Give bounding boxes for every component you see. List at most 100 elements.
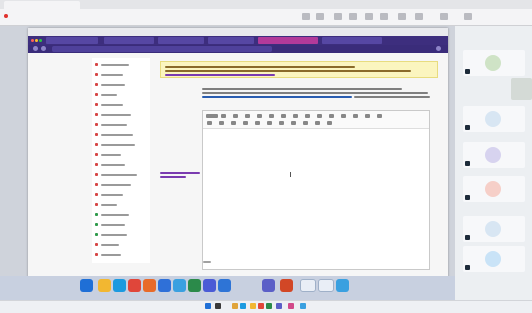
camera-icon[interactable]: [415, 13, 423, 20]
expand-icon[interactable]: [365, 114, 370, 118]
view-icon[interactable]: [334, 13, 342, 20]
powerpoint-icon[interactable]: [280, 279, 293, 292]
course-nav-item[interactable]: [95, 242, 147, 247]
remote-tab[interactable]: [104, 37, 154, 44]
participant-tile[interactable]: [463, 106, 525, 132]
code-icon[interactable]: [291, 121, 296, 125]
ruler-icon[interactable]: [315, 121, 320, 125]
italic-icon[interactable]: [245, 114, 250, 118]
remote-tab[interactable]: [322, 37, 382, 44]
course-nav-item[interactable]: [95, 232, 147, 237]
more-icon[interactable]: [377, 114, 382, 118]
undo-icon[interactable]: [341, 114, 346, 118]
participant-tile[interactable]: [463, 246, 525, 272]
search-icon[interactable]: [215, 303, 221, 309]
edge-icon[interactable]: [113, 279, 126, 292]
underline-icon[interactable]: [257, 114, 262, 118]
window-thumb-icon[interactable]: [300, 279, 316, 292]
course-nav-item[interactable]: [95, 62, 147, 67]
folder-icon[interactable]: [250, 303, 256, 309]
participant-tile[interactable]: [463, 176, 525, 202]
traffic-light-icon[interactable]: [31, 39, 34, 42]
chrome-icon[interactable]: [128, 279, 141, 292]
app-icon[interactable]: [203, 279, 216, 292]
record-icon[interactable]: [4, 14, 8, 18]
traffic-light-icon[interactable]: [35, 39, 38, 42]
teams-icon[interactable]: [276, 303, 282, 309]
course-nav-item[interactable]: [95, 192, 147, 197]
paragraph-icon[interactable]: [221, 114, 226, 118]
color-icon[interactable]: [207, 121, 212, 125]
course-nav-item[interactable]: [95, 142, 147, 147]
bold-icon[interactable]: [233, 114, 238, 118]
course-nav-item[interactable]: [95, 102, 147, 107]
course-nav-item[interactable]: [95, 92, 147, 97]
chrome-icon[interactable]: [258, 303, 264, 309]
remote-tab[interactable]: [258, 37, 318, 44]
course-nav-item[interactable]: [95, 222, 147, 227]
strike-icon[interactable]: [269, 114, 274, 118]
leave-icon[interactable]: [464, 13, 472, 20]
firefox-icon[interactable]: [143, 279, 156, 292]
equation-icon[interactable]: [279, 121, 284, 125]
mail-icon[interactable]: [158, 279, 171, 292]
indent-icon[interactable]: [305, 114, 310, 118]
people-icon[interactable]: [365, 13, 373, 20]
windows-icon[interactable]: [205, 303, 211, 309]
course-nav-item[interactable]: [95, 72, 147, 77]
embed-icon[interactable]: [255, 121, 260, 125]
remote-tab[interactable]: [158, 37, 204, 44]
teams-icon[interactable]: [262, 279, 275, 292]
app-icon[interactable]: [300, 303, 306, 309]
app-icon[interactable]: [173, 279, 186, 292]
rich-text-editor[interactable]: [202, 110, 430, 270]
course-nav-item[interactable]: [95, 212, 147, 217]
participant-tile[interactable]: [463, 50, 525, 76]
course-nav-item[interactable]: [95, 162, 147, 167]
taskview-icon[interactable]: [232, 303, 238, 309]
app-icon[interactable]: [188, 279, 201, 292]
share-icon[interactable]: [316, 13, 324, 20]
chat-icon[interactable]: [349, 13, 357, 20]
course-nav-item[interactable]: [95, 152, 147, 157]
host-browser-tab[interactable]: [4, 1, 80, 9]
record-icon[interactable]: [302, 13, 310, 20]
intro-link-line[interactable]: [202, 96, 352, 98]
course-nav-item[interactable]: [95, 112, 147, 117]
store-icon[interactable]: [218, 279, 231, 292]
course-nav-item[interactable]: [95, 122, 147, 127]
course-nav-item[interactable]: [95, 202, 147, 207]
format-dropdown-icon[interactable]: [206, 114, 218, 118]
url-field[interactable]: [52, 46, 272, 52]
align-icon[interactable]: [231, 121, 236, 125]
media-icon[interactable]: [243, 121, 248, 125]
mic-icon[interactable]: [440, 13, 448, 20]
windows-icon[interactable]: [80, 279, 93, 292]
course-nav-item[interactable]: [95, 82, 147, 87]
link-icon[interactable]: [281, 114, 286, 118]
apps-icon[interactable]: [380, 13, 388, 20]
highlight-icon[interactable]: [219, 121, 224, 125]
course-nav-item[interactable]: [95, 252, 147, 257]
window-thumb-icon[interactable]: [318, 279, 334, 292]
more-icon[interactable]: [398, 13, 406, 20]
traffic-light-icon[interactable]: [39, 39, 42, 42]
reload-icon[interactable]: [41, 46, 46, 51]
folder-icon[interactable]: [98, 279, 111, 292]
course-nav-item[interactable]: [95, 132, 147, 137]
remote-tab[interactable]: [208, 37, 254, 44]
table-icon[interactable]: [329, 114, 334, 118]
course-nav-item[interactable]: [95, 172, 147, 177]
profile-icon[interactable]: [436, 46, 441, 51]
math-icon[interactable]: [267, 121, 272, 125]
image-icon[interactable]: [317, 114, 322, 118]
course-nav-item[interactable]: [95, 182, 147, 187]
edge-icon[interactable]: [240, 303, 246, 309]
app-icon[interactable]: [336, 279, 349, 292]
back-icon[interactable]: [33, 46, 38, 51]
html-icon[interactable]: [303, 121, 308, 125]
remote-tab[interactable]: [46, 37, 98, 44]
participant-tile[interactable]: [463, 142, 525, 168]
clear-icon[interactable]: [327, 121, 332, 125]
list-icon[interactable]: [293, 114, 298, 118]
